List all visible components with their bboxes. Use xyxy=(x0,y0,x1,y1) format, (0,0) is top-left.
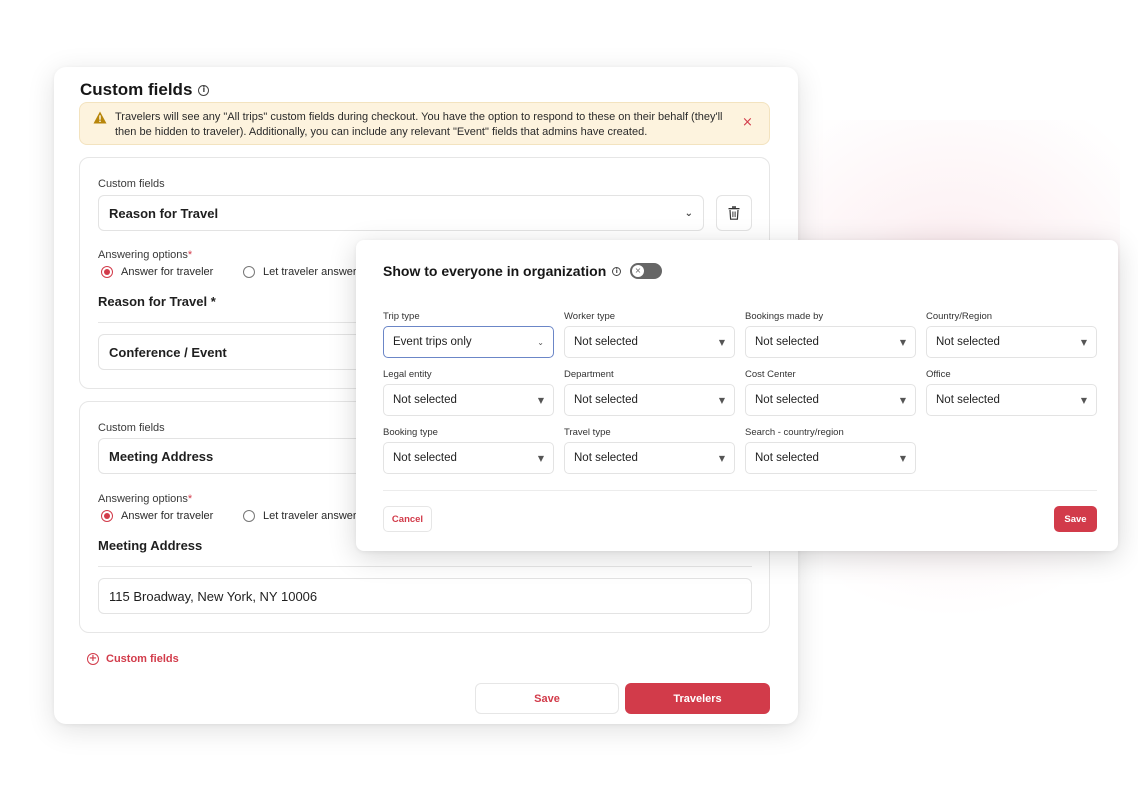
filter-label: Cost Center xyxy=(745,369,796,380)
chevron-down-icon: ⌄ xyxy=(684,207,693,219)
legal-entity-select[interactable]: Not selected ▼ xyxy=(383,384,554,416)
bookings-made-by-select[interactable]: Not selected ▼ xyxy=(745,326,916,358)
radio-selected-icon xyxy=(101,510,113,522)
show-to-everyone-toggle[interactable]: × xyxy=(630,263,662,279)
dialog-title: Show to everyone in organization i xyxy=(383,263,622,279)
filter-label: Bookings made by xyxy=(745,311,824,322)
answer-input[interactable]: 115 Broadway, New York, NY 10006 xyxy=(98,578,752,614)
filter-label: Department xyxy=(564,369,614,380)
travelers-button[interactable]: Travelers xyxy=(625,683,770,714)
radio-answer-for-traveler[interactable]: Answer for traveler xyxy=(101,266,213,278)
search-country-region-select[interactable]: Not selected ▼ xyxy=(745,442,916,474)
field-label: Custom fields xyxy=(98,422,165,434)
caret-down-icon: ▼ xyxy=(718,453,725,463)
booking-type-select[interactable]: Not selected ▼ xyxy=(383,442,554,474)
caret-down-icon: ▼ xyxy=(1080,395,1087,405)
caret-down-icon: ▼ xyxy=(718,337,725,347)
radio-selected-icon xyxy=(101,266,113,278)
info-alert: Travelers will see any "All trips" custo… xyxy=(79,102,770,145)
caret-down-icon: ▼ xyxy=(537,453,544,463)
radio-let-traveler-answer[interactable]: Let traveler answer xyxy=(243,266,357,278)
filter-label: Office xyxy=(926,369,951,380)
dialog-save-button[interactable]: Save xyxy=(1054,506,1097,532)
worker-type-select[interactable]: Not selected ▼ xyxy=(564,326,735,358)
radio-answer-for-traveler[interactable]: Answer for traveler xyxy=(101,510,213,522)
field-label: Custom fields xyxy=(98,178,165,190)
filter-label: Search - country/region xyxy=(745,427,844,438)
caret-down-icon: ▼ xyxy=(899,337,906,347)
country-region-select[interactable]: Not selected ▼ xyxy=(926,326,1097,358)
trip-type-select[interactable]: Event trips only ⌄ xyxy=(383,326,554,358)
visibility-dialog: Show to everyone in organization i × Tri… xyxy=(356,240,1118,551)
close-icon[interactable]: × xyxy=(742,115,753,130)
filter-label: Worker type xyxy=(564,311,616,322)
divider xyxy=(98,566,752,567)
department-select[interactable]: Not selected ▼ xyxy=(564,384,735,416)
radio-unselected-icon xyxy=(243,266,255,278)
answering-options-label: Answering options* xyxy=(98,493,193,505)
caret-down-icon: ▼ xyxy=(899,453,906,463)
custom-field-select[interactable]: Reason for Travel ⌄ xyxy=(98,195,704,231)
cost-center-select[interactable]: Not selected ▼ xyxy=(745,384,916,416)
trash-icon xyxy=(728,206,740,220)
answering-options-label: Answering options* xyxy=(98,249,193,261)
page-title: Custom fields i xyxy=(80,80,210,100)
filter-label: Travel type xyxy=(564,427,611,438)
caret-down-icon: ▼ xyxy=(1080,337,1087,347)
filter-label: Booking type xyxy=(383,427,438,438)
delete-field-button[interactable] xyxy=(716,195,752,231)
toggle-x-icon: × xyxy=(632,265,644,277)
alert-message: Travelers will see any "All trips" custo… xyxy=(115,111,723,138)
radio-let-traveler-answer[interactable]: Let traveler answer xyxy=(243,510,357,522)
dialog-divider xyxy=(383,490,1097,491)
plus-circle-icon: + xyxy=(87,653,99,665)
add-custom-field-button[interactable]: + Custom fields xyxy=(87,653,179,665)
chevron-down-icon: ⌄ xyxy=(537,337,544,347)
cancel-button[interactable]: Cancel xyxy=(383,506,432,532)
save-button[interactable]: Save xyxy=(475,683,619,714)
filter-label: Legal entity xyxy=(383,369,432,380)
question-title: Reason for Travel * xyxy=(98,294,216,309)
filter-label: Country/Region xyxy=(926,311,993,322)
caret-down-icon: ▼ xyxy=(718,395,725,405)
radio-unselected-icon xyxy=(243,510,255,522)
caret-down-icon: ▼ xyxy=(537,395,544,405)
office-select[interactable]: Not selected ▼ xyxy=(926,384,1097,416)
info-icon[interactable]: i xyxy=(612,266,622,276)
caret-down-icon: ▼ xyxy=(899,395,906,405)
info-icon[interactable]: i xyxy=(198,84,210,96)
travel-type-select[interactable]: Not selected ▼ xyxy=(564,442,735,474)
filter-label: Trip type xyxy=(383,311,420,322)
question-title: Meeting Address xyxy=(98,538,203,553)
warning-icon xyxy=(93,111,107,124)
